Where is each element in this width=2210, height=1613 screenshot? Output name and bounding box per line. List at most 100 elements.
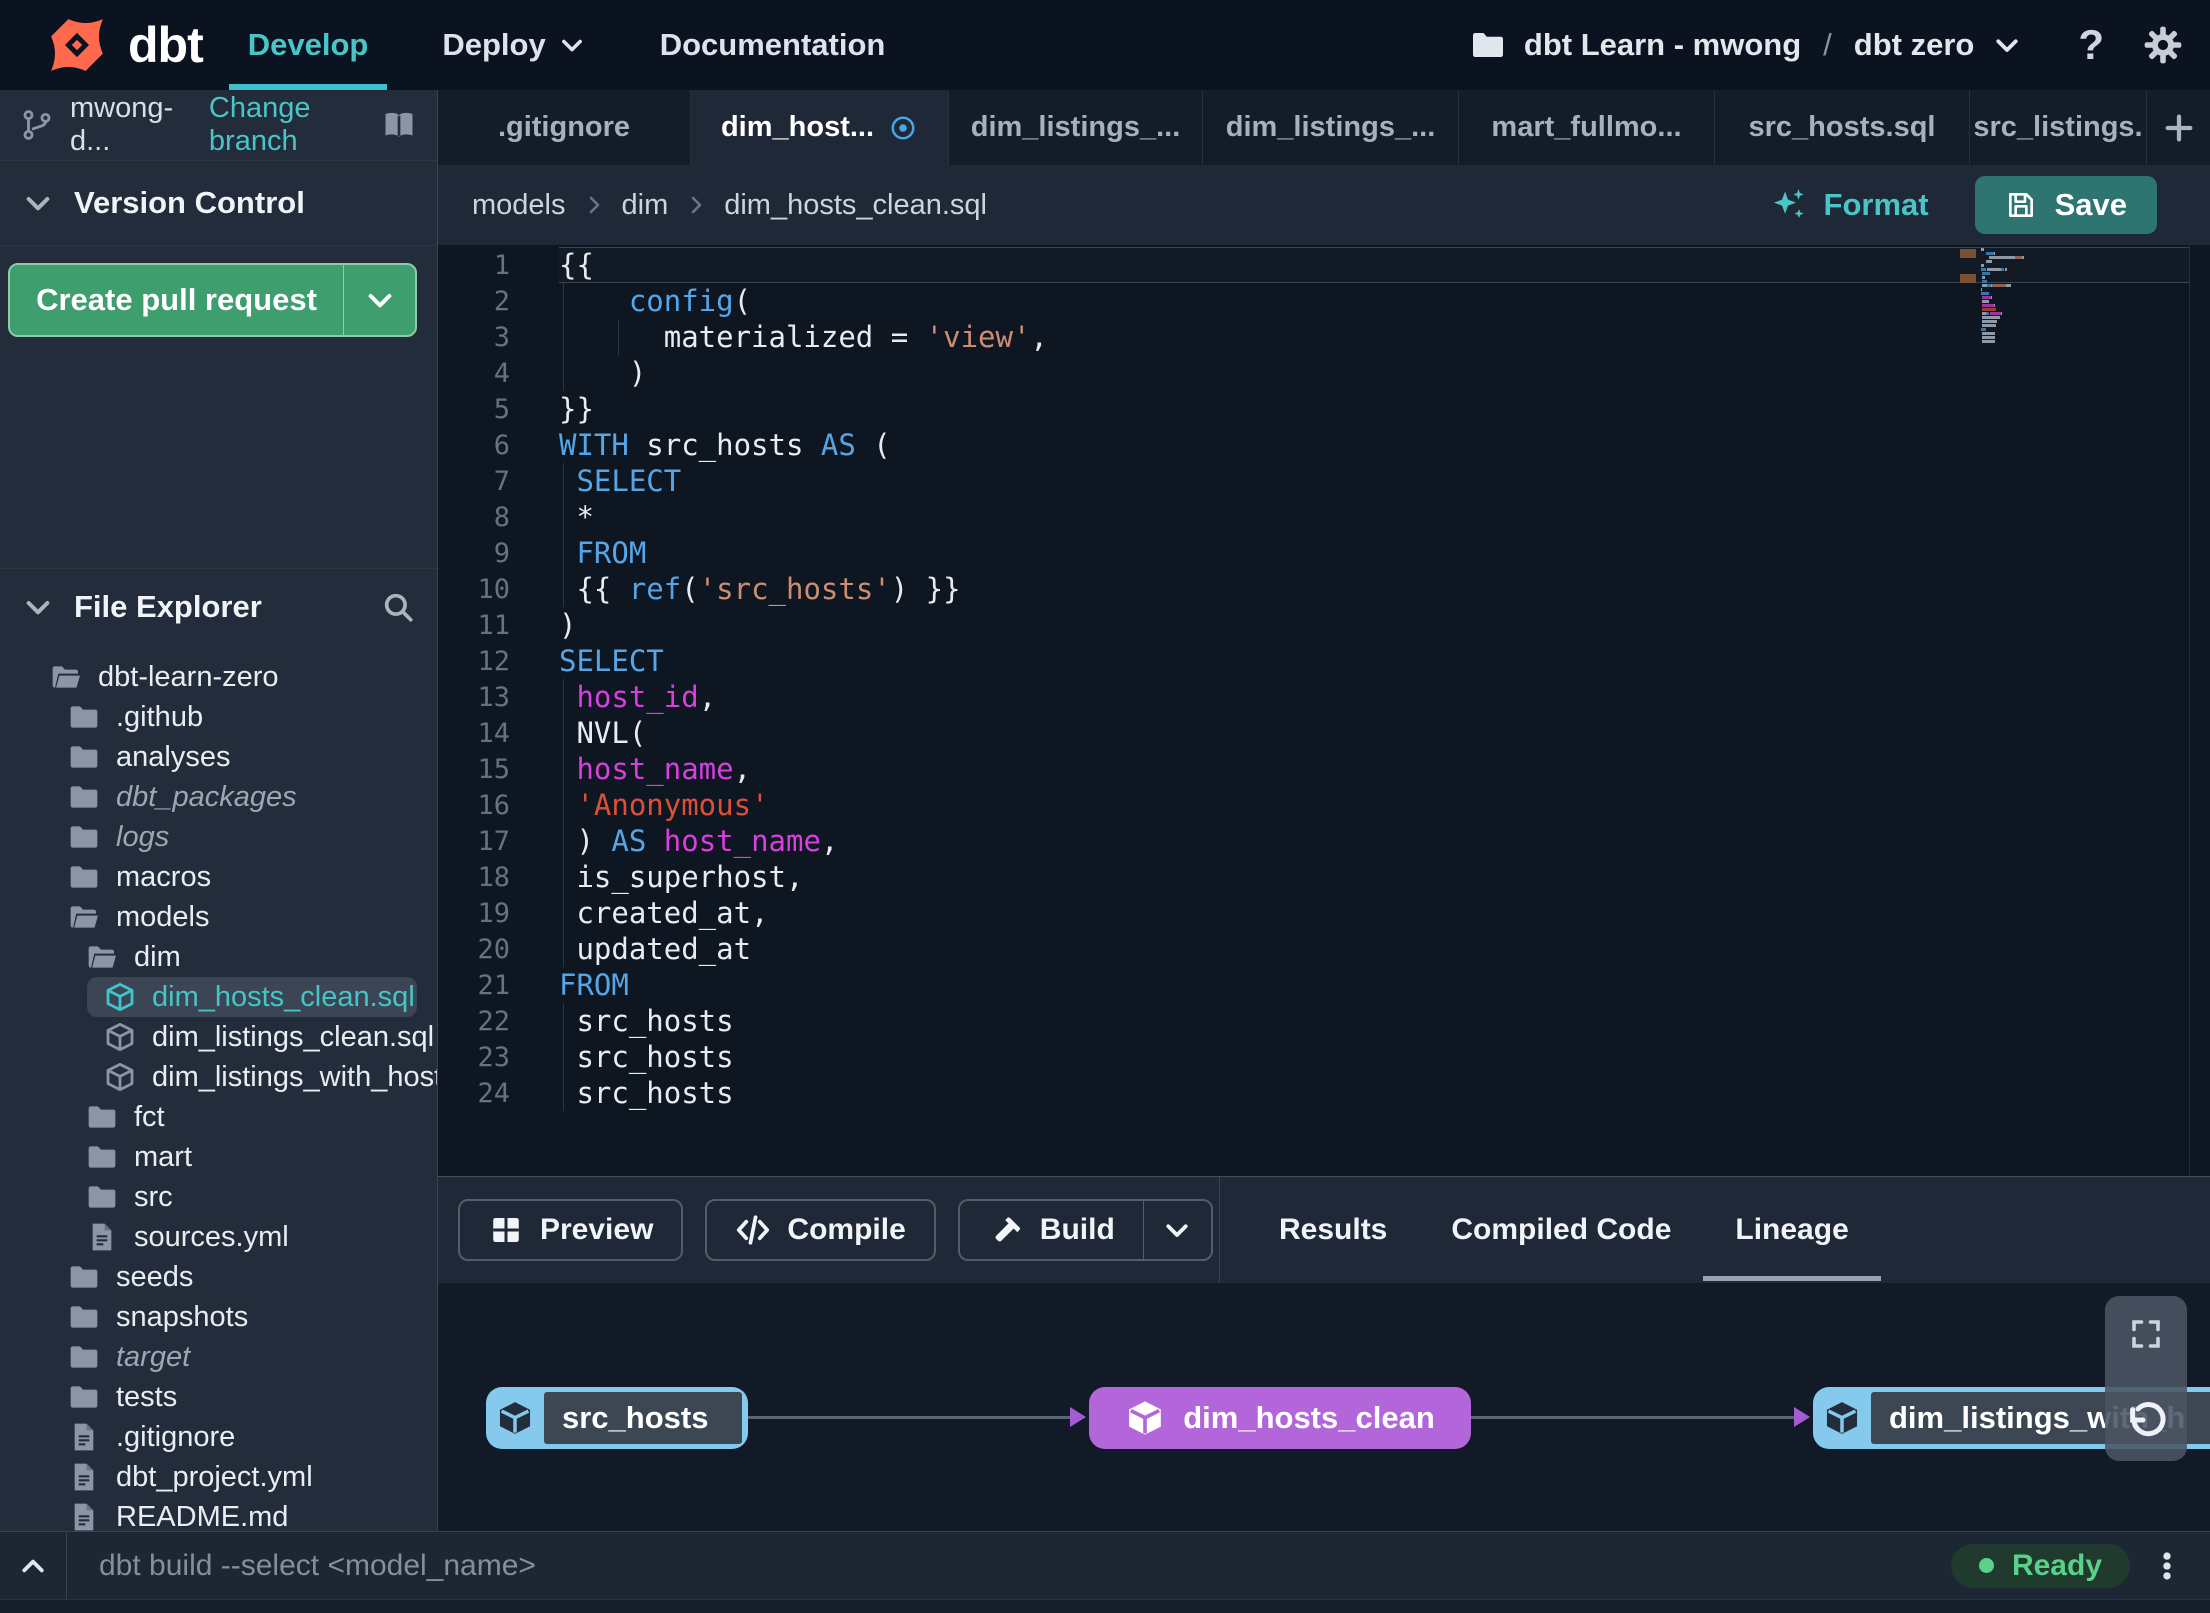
file-tab-src_listings[interactable]: src_listings. — [1970, 90, 2147, 165]
tree-item-fct[interactable]: fct — [0, 1097, 437, 1137]
code-line-6[interactable]: 6 WITH src_hosts AS ( — [438, 427, 2210, 463]
file-tab-mart_fullmo[interactable]: mart_fullmo... — [1459, 90, 1715, 165]
fullscreen-icon[interactable] — [2128, 1316, 2164, 1352]
tree-item-snapshots[interactable]: snapshots — [0, 1297, 437, 1337]
new-tab-button[interactable] — [2147, 90, 2210, 165]
create-pull-request-label[interactable]: Create pull request — [10, 265, 343, 335]
docs-book-icon[interactable] — [381, 107, 417, 143]
code-line-8[interactable]: 8 * — [438, 499, 2210, 535]
file-tab-dim_listings_[interactable]: dim_listings_... — [949, 90, 1203, 165]
chevron-up-icon[interactable] — [0, 1551, 66, 1581]
file-tab-dim_listings_[interactable]: dim_listings_... — [1203, 90, 1459, 165]
code-line-16[interactable]: 16 'Anonymous' — [438, 787, 2210, 823]
create-pull-request-dropdown[interactable] — [343, 265, 415, 335]
file-tab-gitignore[interactable]: .gitignore — [438, 90, 691, 165]
code-line-7[interactable]: 7 SELECT — [438, 463, 2210, 499]
code-line-2[interactable]: 2 config( — [438, 283, 2210, 319]
help-button[interactable]: ? — [2078, 21, 2104, 69]
code-line-19[interactable]: 19 created_at, — [438, 895, 2210, 931]
action-button-label: Preview — [540, 1213, 654, 1246]
tree-item-.gitignore[interactable]: .gitignore — [0, 1417, 437, 1457]
action-button-main[interactable]: Build — [960, 1212, 1143, 1248]
refresh-icon[interactable] — [2123, 1401, 2169, 1447]
tree-item-logs[interactable]: logs — [0, 817, 437, 857]
tree-item-label: dbt_project.yml — [116, 1460, 313, 1493]
editor-scrollbar[interactable] — [2189, 245, 2190, 1176]
tree-item-dim_listings_with_hosts...[interactable]: dim_listings_with_hosts... — [0, 1057, 437, 1097]
lineage-node-dim_hosts_clean[interactable]: dim_hosts_clean — [1089, 1387, 1471, 1449]
line-number: 12 — [477, 645, 510, 677]
format-button[interactable]: Format — [1770, 186, 1929, 224]
dbt-logo[interactable]: dbt — [38, 6, 204, 84]
model-cube-icon — [1813, 1399, 1871, 1437]
code-line-17[interactable]: 17 ) AS host_name, — [438, 823, 2210, 859]
build-dropdown-button[interactable] — [1142, 1201, 1211, 1259]
code-line-4[interactable]: 4 ) — [438, 355, 2210, 391]
code-line-14[interactable]: 14 NVL( — [438, 715, 2210, 751]
file-tab-src_hostssql[interactable]: src_hosts.sql — [1715, 90, 1970, 165]
tree-item-dbt_packages[interactable]: dbt_packages — [0, 777, 437, 817]
code-line-5[interactable]: 5}} — [438, 391, 2210, 427]
tree-item-README.md[interactable]: README.md — [0, 1497, 437, 1531]
panel-tab-lineage[interactable]: Lineage — [1703, 1177, 1882, 1284]
lineage-node-src_hosts[interactable]: src_hosts — [486, 1387, 748, 1449]
tree-item-dbt_project.yml[interactable]: dbt_project.yml — [0, 1457, 437, 1497]
save-button[interactable]: Save — [1974, 176, 2157, 234]
change-branch-link[interactable]: Change branch — [209, 92, 365, 158]
plus-icon — [2162, 111, 2196, 145]
tree-item-seeds[interactable]: seeds — [0, 1257, 437, 1297]
code-line-24[interactable]: 24 src_hosts — [438, 1075, 2210, 1111]
tree-item-src[interactable]: src — [0, 1177, 437, 1217]
search-icon[interactable] — [381, 590, 415, 624]
code-line-10[interactable]: 10 {{ ref('src_hosts') }} — [438, 571, 2210, 607]
tree-item-dim[interactable]: dim — [0, 937, 437, 977]
nav-item-deploy[interactable]: Deploy — [405, 0, 622, 90]
floppy-save-icon — [2005, 189, 2037, 221]
code-line-20[interactable]: 20 updated_at — [438, 931, 2210, 967]
code-line-15[interactable]: 15 host_name, — [438, 751, 2210, 787]
tree-item-tests[interactable]: tests — [0, 1377, 437, 1417]
command-input[interactable]: dbt build --select <model_name> — [99, 1549, 536, 1583]
code-editor[interactable]: 1{{2 config(3 materialized = 'view', 4 ) 5… — [438, 245, 2210, 1176]
tree-item-.github[interactable]: .github — [0, 697, 437, 737]
tree-item-dbt-learn-zero[interactable]: dbt-learn-zero — [0, 657, 437, 697]
tree-item-analyses[interactable]: analyses — [0, 737, 437, 777]
code-line-23[interactable]: 23 src_hosts — [438, 1039, 2210, 1075]
code-line-1[interactable]: 1 {{ — [438, 247, 2210, 283]
file-tab-dim_host[interactable]: dim_host... — [691, 90, 949, 165]
version-control-header[interactable]: Version Control — [0, 160, 437, 245]
project-separator: / — [1823, 27, 1832, 62]
action-button-main[interactable]: Compile — [707, 1212, 933, 1248]
tree-item-macros[interactable]: macros — [0, 857, 437, 897]
code-line-12[interactable]: 12 SELECT — [438, 643, 2210, 679]
tree-item-target[interactable]: target — [0, 1337, 437, 1377]
action-button-main[interactable]: Preview — [460, 1212, 681, 1248]
code-line-3[interactable]: 3 materialized = 'view', — [438, 319, 2210, 355]
code-line-18[interactable]: 18 is_superhost, — [438, 859, 2210, 895]
minimap[interactable] — [1981, 248, 2045, 344]
panel-tab-results[interactable]: Results — [1265, 1177, 1401, 1284]
project-selector[interactable]: dbt Learn - mwong / dbt zero — [1470, 27, 2022, 63]
panel-tab-compiled-code[interactable]: Compiled Code — [1437, 1177, 1685, 1284]
tree-item-sources.yml[interactable]: sources.yml — [0, 1217, 437, 1257]
tree-item-mart[interactable]: mart — [0, 1137, 437, 1177]
lineage-canvas[interactable]: src_hosts dim_hosts_clean dim_listings_wit… — [438, 1283, 2210, 1531]
tree-item-dim_hosts_clean.sql[interactable]: dim_hosts_clean.sql — [87, 977, 417, 1017]
code-line-11[interactable]: 11) — [438, 607, 2210, 643]
file-explorer-header[interactable]: File Explorer — [0, 568, 437, 645]
settings-gear-icon[interactable] — [2142, 24, 2184, 66]
tree-item-dim_listings_clean.sql[interactable]: dim_listings_clean.sql — [0, 1017, 437, 1057]
code-line-22[interactable]: 22 src_hosts — [438, 1003, 2210, 1039]
code-line-9[interactable]: 9 FROM — [438, 535, 2210, 571]
action-button-compile[interactable]: Compile — [705, 1199, 936, 1261]
code-line-21[interactable]: 21 FROM — [438, 967, 2210, 1003]
action-button-build[interactable]: Build — [957, 1199, 1213, 1261]
code-line-13[interactable]: 13 host_id, — [438, 679, 2210, 715]
tree-item-models[interactable]: models — [0, 897, 437, 937]
nav-item-develop[interactable]: Develop — [211, 0, 406, 90]
bottom-scroll-strip[interactable] — [0, 1599, 2210, 1613]
nav-item-documentation[interactable]: Documentation — [623, 0, 923, 90]
action-button-preview[interactable]: Preview — [458, 1199, 684, 1261]
create-pull-request-button[interactable]: Create pull request — [8, 263, 417, 337]
kebab-menu-icon[interactable] — [2150, 1549, 2184, 1583]
